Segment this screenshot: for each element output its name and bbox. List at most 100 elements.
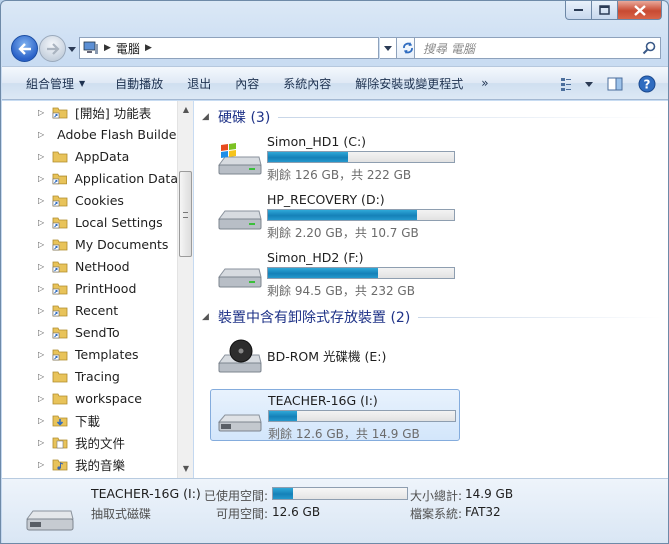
view-options-dropdown[interactable] — [582, 72, 596, 96]
nav-tree-item[interactable]: ▷ Cookies — [2, 189, 178, 211]
close-button[interactable] — [618, 1, 662, 20]
nav-tree-item[interactable]: ▷ Application Data — [2, 167, 178, 189]
organize-menu-button[interactable]: 組合管理 ▼ — [2, 71, 97, 95]
free-space-value: 12.6 GB — [272, 505, 321, 519]
back-arrow-icon — [17, 42, 31, 55]
capacity-bar — [267, 209, 455, 221]
chevron-down-icon — [384, 45, 392, 51]
nav-tree-item[interactable]: ▷ Templates — [2, 343, 178, 365]
group-title: 裝置中含有卸除式存放裝置 (2) — [218, 310, 411, 326]
expand-arrow-icon[interactable]: ▷ — [38, 438, 46, 447]
nav-scrollbar[interactable]: ▲ ▼ — [177, 101, 193, 478]
drive-free-space: 剩餘 12.6 GB，共 14.9 GB — [268, 427, 420, 441]
usb-drive-icon — [26, 510, 74, 531]
preview-pane-button[interactable] — [602, 72, 628, 96]
drive-free-space: 剩餘 94.5 GB，共 232 GB — [267, 284, 415, 298]
nav-tree-item[interactable]: ▷ 我的文件 — [2, 431, 178, 453]
drive-tile[interactable]: Simon_HD1 (C:) 剩餘 126 GB，共 222 GB — [210, 131, 460, 183]
nav-tree-item[interactable]: ▷ My Documents — [2, 233, 178, 255]
breadcrumb-separator[interactable]: ▶ — [104, 43, 111, 53]
drive-tile[interactable]: BD-ROM 光碟機 (E:) — [210, 331, 460, 383]
download-folder-icon — [52, 415, 68, 427]
scrollbar-thumb[interactable] — [179, 171, 192, 257]
minimize-button[interactable] — [565, 1, 592, 20]
collapse-arrow-icon[interactable]: ◢ — [202, 112, 216, 122]
nav-tree-item[interactable]: ▷ [開始] 功能表 — [2, 101, 178, 123]
shortcut-folder-icon — [52, 349, 68, 361]
eject-button[interactable]: 退出 — [175, 71, 223, 95]
breadcrumb-computer[interactable]: 電腦 — [116, 40, 140, 57]
expand-arrow-icon[interactable]: ▷ — [38, 152, 46, 161]
nav-tree-item[interactable]: ▷ 我的音樂 — [2, 453, 178, 475]
expand-arrow-icon[interactable]: ▷ — [38, 262, 46, 271]
address-bar[interactable]: ▶ 電腦 ▶ — [79, 37, 379, 59]
drive-free-space: 剩餘 2.20 GB，共 10.7 GB — [267, 226, 419, 240]
group-divider — [278, 116, 662, 118]
nav-tree-item[interactable]: ▷ Adobe Flash Builder — [2, 123, 178, 145]
nav-tree-item[interactable]: ▷ NetHood — [2, 255, 178, 277]
drive-name: Simon_HD2 (F:) — [267, 250, 364, 265]
capacity-bar — [268, 410, 456, 422]
content-pane: ◢ 硬碟 (3) Simon_HD1 (C:) 剩餘 126 GB，共 222 … — [194, 101, 668, 478]
recent-pages-button[interactable] — [67, 44, 77, 54]
drive-tile[interactable]: HP_RECOVERY (D:) 剩餘 2.20 GB，共 10.7 GB — [210, 189, 460, 241]
svg-text:?: ? — [644, 78, 651, 92]
shortcut-folder-icon — [52, 217, 68, 229]
scroll-up-arrow[interactable]: ▲ — [180, 103, 192, 117]
expand-arrow-icon[interactable]: ▷ — [38, 460, 46, 469]
expand-arrow-icon[interactable]: ▷ — [38, 372, 46, 381]
used-space-label: 已使用空間: — [203, 489, 268, 503]
address-dropdown-button[interactable] — [380, 37, 397, 59]
expand-arrow-icon[interactable]: ▷ — [38, 108, 46, 117]
group-header-hard-disks[interactable]: ◢ 硬碟 (3) — [202, 107, 662, 127]
view-tiles-icon — [561, 78, 571, 91]
expand-arrow-icon[interactable]: ▷ — [38, 284, 46, 293]
maximize-button[interactable] — [592, 1, 618, 20]
organize-label: 組合管理 — [26, 76, 75, 91]
expand-arrow-icon[interactable]: ▷ — [38, 130, 44, 139]
group-header-removable[interactable]: ◢ 裝置中含有卸除式存放裝置 (2) — [202, 307, 662, 327]
expand-arrow-icon[interactable]: ▷ — [38, 416, 46, 425]
search-box[interactable]: 搜尋 電腦 — [414, 37, 661, 59]
expand-arrow-icon[interactable]: ▷ — [38, 240, 46, 249]
expand-arrow-icon[interactable]: ▷ — [38, 306, 46, 315]
scroll-down-arrow[interactable]: ▼ — [180, 462, 192, 476]
nav-tree-item[interactable]: ▷ workspace — [2, 387, 178, 409]
autoplay-button[interactable]: 自動播放 — [97, 71, 175, 95]
explorer-window: ▶ 電腦 ▶ 搜尋 電腦 組合管理 ▼ 自動播放 退出 內容 系統內容 解除安裝… — [0, 0, 669, 544]
more-commands-button[interactable]: » — [475, 71, 494, 95]
nav-tree-item[interactable]: ▷ Local Settings — [2, 211, 178, 233]
expand-arrow-icon[interactable]: ▷ — [38, 174, 46, 183]
nav-tree-item[interactable]: ▷ PrintHood — [2, 277, 178, 299]
help-icon: ? — [638, 75, 656, 93]
nav-tree-item[interactable]: ▷ AppData — [2, 145, 178, 167]
expand-arrow-icon[interactable]: ▷ — [38, 218, 46, 227]
collapse-arrow-icon[interactable]: ◢ — [202, 312, 216, 322]
nav-tree-item[interactable]: ▷ 下載 — [2, 409, 178, 431]
details-drive-type: 抽取式磁碟 — [91, 507, 152, 521]
search-icon[interactable] — [642, 41, 656, 55]
expand-arrow-icon[interactable]: ▷ — [38, 196, 46, 205]
nav-tree-item[interactable]: ▷ SendTo — [2, 321, 178, 343]
expand-arrow-icon[interactable]: ▷ — [38, 328, 46, 337]
drive-tile[interactable]: Simon_HD2 (F:) 剩餘 94.5 GB，共 232 GB — [210, 247, 460, 299]
forward-button[interactable] — [39, 35, 66, 62]
back-button[interactable] — [11, 35, 38, 62]
folder-icon — [52, 151, 68, 163]
expand-arrow-icon[interactable]: ▷ — [38, 394, 46, 403]
change-view-button[interactable] — [556, 72, 582, 96]
nav-tree-item-label: My Documents — [75, 236, 169, 252]
refresh-icon — [402, 42, 413, 54]
help-button[interactable]: ? — [634, 72, 660, 96]
drive-tile-selected[interactable]: TEACHER-16G (I:) 剩餘 12.6 GB，共 14.9 GB — [210, 389, 460, 441]
nav-tree-item-label: [開始] 功能表 — [75, 105, 152, 121]
uninstall-program-button[interactable]: 解除安裝或變更程式 — [343, 71, 475, 95]
nav-tree-item[interactable]: ▷ Tracing — [2, 365, 178, 387]
nav-tree-item-label: 下載 — [75, 413, 101, 429]
nav-tree-item[interactable]: ▷ Recent — [2, 299, 178, 321]
system-properties-button[interactable]: 系統內容 — [271, 71, 343, 95]
breadcrumb-separator[interactable]: ▶ — [145, 43, 152, 53]
expand-arrow-icon[interactable]: ▷ — [38, 350, 46, 359]
navigation-pane: ▷ [開始] 功能表 ▷ Adobe Flash Builder ▷ AppData ▷ Ap… — [2, 101, 193, 478]
properties-button[interactable]: 內容 — [223, 71, 271, 95]
